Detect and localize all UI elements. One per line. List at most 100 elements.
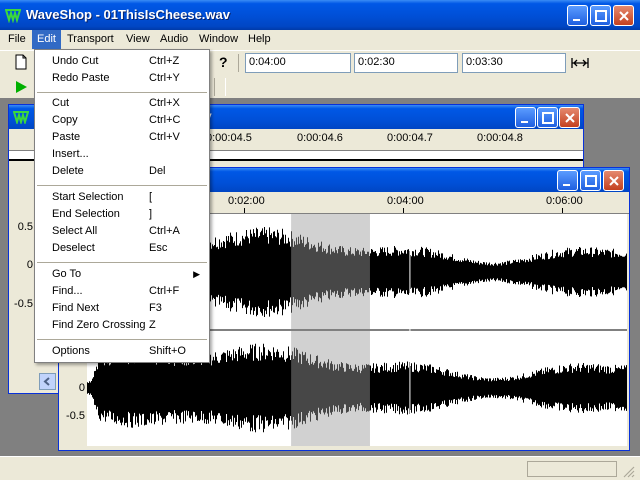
window-title: WaveShop - 01ThisIsCheese.wav — [26, 7, 230, 22]
menu-shortcut: Esc — [149, 242, 168, 254]
close-button[interactable] — [613, 5, 634, 26]
ruler-label: 0:00:04.6 — [297, 132, 343, 144]
play-icon[interactable] — [14, 80, 28, 94]
menu-redo-paste[interactable]: Redo Paste Ctrl+Y — [36, 70, 208, 87]
menu-start-selection[interactable]: Start Selection [ — [36, 189, 208, 206]
y-axis-label: -0.5 — [66, 410, 85, 422]
menu-paste[interactable]: Paste Ctrl+V — [36, 129, 208, 146]
wave-doc-icon — [13, 111, 29, 124]
menu-label: Insert... — [52, 148, 89, 160]
menu-label: Delete — [52, 165, 84, 177]
menu-separator — [37, 92, 207, 93]
ruler-label: 0:00:04.8 — [477, 132, 523, 144]
menu-help[interactable]: Help — [243, 30, 276, 49]
menu-end-selection[interactable]: End Selection] — [36, 206, 208, 223]
maximize-button[interactable] — [590, 5, 611, 26]
menu-window[interactable]: Window — [194, 30, 243, 49]
menu-label: Select All — [52, 225, 98, 237]
menu-file[interactable]: File — [3, 30, 31, 49]
menu-cut[interactable]: Cut Ctrl+X — [36, 95, 208, 112]
menu-edit[interactable]: Edit — [32, 30, 61, 49]
menu-shortcut: Ctrl+Z — [149, 55, 180, 67]
menu-shortcut: Shift+O — [149, 345, 186, 357]
menu-label: Copy — [52, 114, 78, 126]
menu-shortcut: [ — [149, 191, 153, 203]
menu-shortcut: ] — [149, 208, 153, 220]
menu-bar: File Edit Transport View Audio Window He… — [0, 30, 640, 49]
front-minimize-button[interactable] — [557, 170, 578, 191]
waveshop-app-icon — [5, 9, 21, 23]
back-close-button[interactable] — [559, 107, 580, 128]
end-time-field[interactable]: 0:03:30 — [462, 53, 566, 73]
ruler-label: 0:00:04.7 — [387, 132, 433, 144]
menu-find[interactable]: Find... Ctrl+F — [36, 283, 208, 300]
fit-width-icon[interactable] — [570, 53, 590, 73]
ruler-tick — [403, 208, 404, 213]
menu-shortcut: Ctrl+A — [149, 225, 180, 237]
y-axis-label: 0.5 — [17, 221, 33, 233]
menu-deselect[interactable]: Deselect Esc — [36, 240, 208, 257]
menu-label: Go To — [52, 268, 82, 280]
toolbar-separator — [214, 78, 226, 96]
y-axis-label: 0 — [26, 259, 33, 271]
menu-shortcut: Ctrl+F — [149, 285, 180, 297]
ruler-label: 0:02:00 — [228, 195, 265, 207]
length-time-field[interactable]: 0:02:30 — [354, 53, 458, 73]
y-axis-label: -0.5 — [14, 298, 33, 310]
chevron-left-icon — [43, 377, 50, 386]
help-pointer-icon[interactable]: ? — [214, 52, 234, 72]
menu-shortcut: Z — [149, 319, 156, 331]
menu-shortcut: F3 — [149, 302, 162, 314]
menu-label: Find Next — [52, 302, 100, 314]
menu-separator — [37, 339, 207, 340]
menu-select-all[interactable]: Select All Ctrl+A — [36, 223, 208, 240]
menu-transport[interactable]: Transport — [62, 30, 119, 49]
menu-audio[interactable]: Audio — [155, 30, 193, 49]
ruler-tick — [562, 208, 563, 213]
menu-options[interactable]: Options Shift+O — [36, 343, 208, 360]
menu-undo-cut[interactable]: Undo Cut Ctrl+Z — [36, 53, 208, 70]
menu-separator — [37, 185, 207, 186]
menu-shortcut: Ctrl+V — [149, 131, 180, 143]
edit-menu-dropdown: Undo Cut Ctrl+Z Redo Paste Ctrl+Y Cut Ctrl+… — [34, 49, 210, 363]
back-minimize-button[interactable] — [515, 107, 536, 128]
menu-label: Cut — [52, 97, 70, 109]
minimize-button[interactable] — [567, 5, 588, 26]
submenu-arrow-icon: ▶ — [193, 269, 200, 279]
start-time-field[interactable]: 0:04:00 — [245, 53, 351, 73]
menu-find-zero-crossing[interactable]: Find Zero Crossing Z — [36, 317, 208, 334]
menu-label: Start Selection — [52, 191, 124, 203]
title-bar: WaveShop - 01ThisIsCheese.wav — [0, 0, 640, 30]
menu-shortcut: Ctrl+X — [149, 97, 180, 109]
status-panel — [527, 461, 617, 477]
menu-shortcut: Ctrl+Y — [149, 72, 180, 84]
menu-delete[interactable]: Delete Del — [36, 163, 208, 180]
back-maximize-button[interactable] — [537, 107, 558, 128]
status-bar — [0, 456, 640, 480]
svg-text:?: ? — [219, 54, 228, 70]
menu-label: Deselect — [52, 242, 95, 254]
menu-shortcut: Ctrl+C — [149, 114, 181, 126]
menu-find-next[interactable]: Find Next F3 — [36, 300, 208, 317]
menu-shortcut: Del — [149, 165, 166, 177]
menu-go-to[interactable]: Go To ▶ — [36, 266, 208, 283]
menu-label: Redo Paste — [52, 72, 110, 84]
menu-label: Find Zero Crossing — [52, 319, 146, 331]
new-file-icon[interactable] — [11, 52, 31, 72]
front-close-button[interactable] — [603, 170, 624, 191]
menu-label: Find... — [52, 285, 83, 297]
menu-separator — [37, 262, 207, 263]
y-axis-label: 0 — [78, 382, 85, 394]
scroll-left-button[interactable] — [39, 373, 56, 390]
menu-copy[interactable]: Copy Ctrl+C — [36, 112, 208, 129]
front-maximize-button[interactable] — [580, 170, 601, 191]
menu-view[interactable]: View — [121, 30, 155, 49]
menu-label: Options — [52, 345, 90, 357]
menu-insert[interactable]: Insert... — [36, 146, 208, 163]
ruler-label: 0:00:04.5 — [206, 132, 252, 144]
ruler-tick — [244, 208, 245, 213]
menu-label: Undo Cut — [52, 55, 99, 67]
resize-grip-icon[interactable] — [622, 465, 636, 479]
ruler-label: 0:04:00 — [387, 195, 424, 207]
menu-label: Paste — [52, 131, 81, 143]
